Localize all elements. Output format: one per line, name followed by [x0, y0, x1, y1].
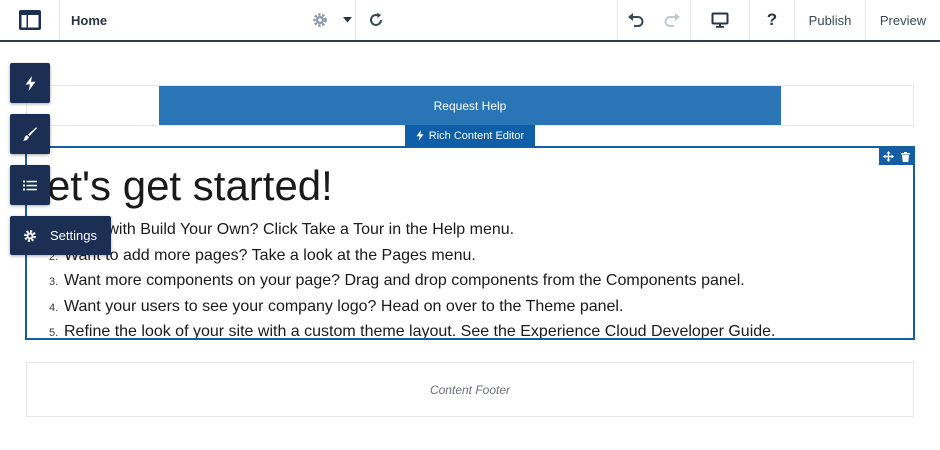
- top-toolbar: Home ? Publish Preview: [0, 0, 940, 42]
- rich-content-editor-tag[interactable]: Rich Content Editor: [405, 125, 535, 146]
- list-text: Want to add more pages? Take a look at t…: [64, 246, 476, 264]
- current-page-name: Home: [71, 12, 108, 28]
- rce-heading: et's get started!: [47, 162, 333, 209]
- list-item: 4. Want your users to see your company lo…: [49, 295, 776, 321]
- preview-button[interactable]: Preview: [866, 0, 940, 40]
- list-text: iliar with Build Your Own? Click Take a …: [78, 221, 515, 238]
- component-actions: [879, 148, 913, 165]
- list-item: 3. Want more components on your page? Dra…: [49, 269, 776, 295]
- list-text: Refine the look of your site with a cust…: [64, 323, 776, 340]
- settings-label: Settings: [50, 228, 97, 243]
- brush-icon: [23, 127, 37, 141]
- device-preview-button[interactable]: [691, 0, 749, 40]
- redo-icon: [664, 13, 680, 27]
- refresh-icon: [370, 12, 382, 26]
- list-item: 2. Want to add more pages? Take a look at…: [49, 244, 776, 270]
- lightning-icon: [25, 75, 35, 91]
- content-footer-region[interactable]: Content Footer: [26, 362, 914, 417]
- gear-icon: [24, 229, 36, 242]
- undo-button[interactable]: [618, 0, 654, 40]
- help-button[interactable]: ?: [750, 0, 794, 40]
- layout-menu-button[interactable]: [0, 0, 60, 40]
- components-panel-button[interactable]: [10, 63, 50, 103]
- publish-button[interactable]: Publish: [795, 0, 865, 40]
- pages-panel-button[interactable]: [10, 165, 50, 205]
- list-number: 5.: [49, 327, 59, 339]
- getting-started-list: 1.iliar with Build Your Own? Click Take …: [49, 218, 776, 340]
- refresh-button[interactable]: [356, 0, 396, 40]
- help-icon: ?: [766, 10, 778, 29]
- undo-icon: [628, 13, 644, 27]
- trash-icon[interactable]: [900, 151, 910, 162]
- list-number: 4.: [49, 301, 59, 314]
- page-selector[interactable]: Home: [60, 0, 356, 40]
- list-text: Want more components on your page? Drag …: [64, 272, 745, 289]
- list-icon: [23, 180, 37, 190]
- rich-content-editor[interactable]: et's get started! 1.iliar with Build You…: [25, 146, 915, 340]
- content-footer-label: Content Footer: [429, 382, 511, 397]
- redo-button[interactable]: [654, 0, 690, 40]
- desktop-icon: [711, 12, 729, 28]
- theme-panel-button[interactable]: [10, 114, 50, 154]
- rce-tag-label: Rich Content Editor: [428, 129, 525, 142]
- gear-icon[interactable]: [311, 11, 329, 29]
- layout-icon: [18, 10, 41, 30]
- chevron-down-icon[interactable]: [343, 17, 352, 23]
- settings-panel-button[interactable]: Settings: [10, 216, 111, 255]
- move-icon[interactable]: [882, 151, 894, 162]
- list-number: 3.: [49, 276, 59, 288]
- request-help-button[interactable]: Request Help: [159, 86, 781, 125]
- list-item: 1.iliar with Build Your Own? Click Take …: [49, 218, 776, 244]
- list-item: 5. Refine the look of your site with a cu…: [49, 320, 776, 340]
- lightning-icon: [416, 130, 424, 141]
- list-text: Want your users to see your company logo…: [64, 297, 624, 315]
